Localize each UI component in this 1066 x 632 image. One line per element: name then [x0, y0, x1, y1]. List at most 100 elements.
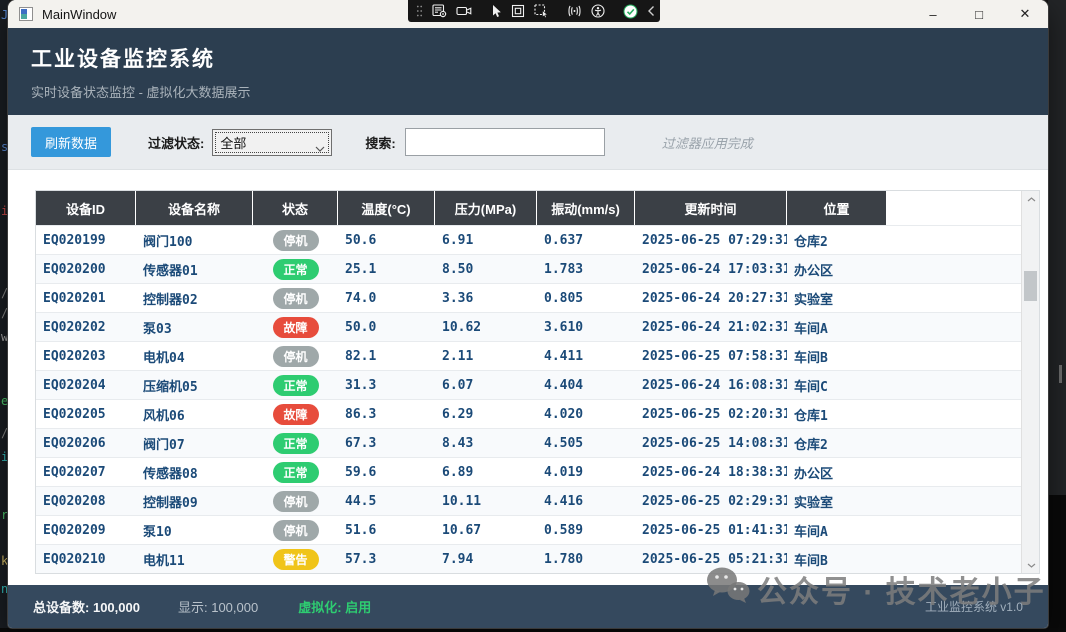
table-scrollbar[interactable] — [1021, 191, 1039, 573]
status-cell: 停机 — [253, 230, 338, 251]
cursor-icon[interactable] — [490, 0, 502, 22]
window-title: MainWindow — [42, 7, 116, 22]
table-row[interactable]: EQ020207传感器08正常59.66.894.0192025-06-24 1… — [36, 457, 1039, 486]
close-button[interactable]: ✕ — [1002, 0, 1048, 28]
name-cell: 传感器08 — [136, 463, 253, 482]
table-row[interactable]: EQ020200传感器01正常25.18.501.7832025-06-24 1… — [36, 254, 1039, 283]
check-circle-icon[interactable] — [623, 0, 638, 22]
virtualization-label: 虚拟化: — [298, 600, 341, 615]
pressure-cell: 3.36 — [435, 291, 537, 306]
frame-icon[interactable] — [511, 0, 525, 22]
name-cell: 电机11 — [136, 550, 253, 569]
temp-cell: 50.6 — [338, 233, 435, 248]
background-bottom-strip — [0, 628, 1066, 632]
column-header[interactable]: 设备ID — [36, 191, 135, 225]
id-cell: EQ020209 — [36, 523, 136, 538]
cursor-frame-icon[interactable] — [534, 0, 549, 22]
name-cell: 泵03 — [136, 318, 253, 337]
name-cell: 控制器02 — [136, 289, 253, 308]
status-badge: 停机 — [273, 288, 319, 309]
scroll-down-arrow[interactable] — [1022, 557, 1040, 573]
gesture-icon[interactable] — [567, 0, 582, 22]
column-header[interactable]: 状态 — [253, 191, 337, 225]
shown-devices-label: 显示: — [178, 600, 208, 615]
pressure-cell: 10.62 — [435, 320, 537, 335]
search-input[interactable] — [405, 128, 605, 156]
virtualization-value: 启用 — [345, 600, 371, 615]
filter-bar: 刷新数据 过滤状态: 全部 搜索: 过滤器应用完成 — [8, 115, 1048, 170]
updated-cell: 2025-06-25 05:21:31 — [635, 552, 787, 567]
updated-cell: 2025-06-25 01:41:31 — [635, 523, 787, 538]
column-header[interactable]: 更新时间 — [635, 191, 786, 225]
table-row[interactable]: EQ020209泵10停机51.610.670.5892025-06-25 01… — [36, 515, 1039, 544]
vibration-cell: 3.610 — [537, 320, 635, 335]
column-header[interactable]: 振动(mm/s) — [537, 191, 634, 225]
scrollbar-thumb[interactable] — [1024, 271, 1037, 301]
collapse-chevron-icon[interactable] — [647, 0, 655, 22]
pressure-cell: 7.94 — [435, 552, 537, 567]
column-header[interactable]: 位置 — [787, 191, 886, 225]
total-devices-value: 100,000 — [93, 600, 140, 615]
background-scrollbar-thumb — [1059, 365, 1062, 383]
status-cell: 停机 — [253, 288, 338, 309]
location-cell: 车间B — [787, 550, 887, 569]
shown-devices-stat: 显示: 100,000 — [178, 597, 258, 616]
app-icon — [19, 7, 33, 21]
temp-cell: 59.6 — [338, 465, 435, 480]
table-row[interactable]: EQ020205风机06故障86.36.294.0202025-06-25 02… — [36, 399, 1039, 428]
temp-cell: 57.3 — [338, 552, 435, 567]
column-header[interactable]: 设备名称 — [136, 191, 252, 225]
id-cell: EQ020207 — [36, 465, 136, 480]
camera-icon[interactable] — [456, 0, 472, 22]
table-row[interactable]: EQ020210电机11警告57.37.941.7802025-06-25 05… — [36, 544, 1039, 573]
status-filter-value: 全部 — [220, 133, 246, 152]
table-row[interactable]: EQ020206阀门07正常67.38.434.5052025-06-25 14… — [36, 428, 1039, 457]
table-row[interactable]: EQ020208控制器09停机44.510.114.4162025-06-25 … — [36, 486, 1039, 515]
table-row[interactable]: EQ020203电机04停机82.12.114.4112025-06-25 07… — [36, 341, 1039, 370]
table-row[interactable]: EQ020199阀门100停机50.66.910.6372025-06-25 0… — [36, 225, 1039, 254]
temp-cell: 25.1 — [338, 262, 435, 277]
vibration-cell: 0.805 — [537, 291, 635, 306]
maximize-button[interactable]: □ — [956, 0, 1002, 28]
grip-dots[interactable] — [416, 0, 423, 22]
id-cell: EQ020208 — [36, 494, 136, 509]
minimize-button[interactable]: – — [910, 0, 956, 28]
column-header-filler — [887, 191, 1039, 225]
pressure-cell: 6.29 — [435, 407, 537, 422]
name-cell: 泵10 — [136, 521, 253, 540]
status-cell: 正常 — [253, 259, 338, 280]
vibration-cell: 1.783 — [537, 262, 635, 277]
capture-toolbar[interactable] — [408, 0, 660, 22]
id-cell: EQ020205 — [36, 407, 136, 422]
column-header[interactable]: 压力(MPa) — [435, 191, 536, 225]
status-filter-select[interactable]: 全部 — [212, 129, 332, 156]
id-cell: EQ020206 — [36, 436, 136, 451]
vibration-cell: 4.411 — [537, 349, 635, 364]
status-cell: 正常 — [253, 433, 338, 454]
id-cell: EQ020202 — [36, 320, 136, 335]
vibration-cell: 4.505 — [537, 436, 635, 451]
id-cell: EQ020204 — [36, 378, 136, 393]
pressure-cell: 10.11 — [435, 494, 537, 509]
refresh-data-button[interactable]: 刷新数据 — [31, 127, 111, 157]
status-cell: 停机 — [253, 491, 338, 512]
table-row[interactable]: EQ020202泵03故障50.010.623.6102025-06-24 21… — [36, 312, 1039, 341]
status-badge: 停机 — [273, 491, 319, 512]
temp-cell: 82.1 — [338, 349, 435, 364]
window-controls: – □ ✕ — [910, 0, 1048, 28]
table-body: EQ020199阀门100停机50.66.910.6372025-06-25 0… — [36, 225, 1039, 573]
table-row[interactable]: EQ020204压缩机05正常31.36.074.4042025-06-24 1… — [36, 370, 1039, 399]
record-list-icon[interactable] — [432, 0, 447, 22]
app-header: 工业设备监控系统 实时设备状态监控 - 虚拟化大数据展示 — [8, 28, 1048, 115]
accessibility-icon[interactable] — [591, 0, 605, 22]
name-cell: 压缩机05 — [136, 376, 253, 395]
location-cell: 办公区 — [787, 260, 887, 279]
status-cell: 正常 — [253, 462, 338, 483]
filter-status-label: 过滤状态: — [148, 133, 204, 152]
column-header[interactable]: 温度(°C) — [338, 191, 434, 225]
updated-cell: 2025-06-24 17:03:31 — [635, 262, 787, 277]
scroll-up-arrow[interactable] — [1022, 191, 1040, 207]
table-row[interactable]: EQ020201控制器02停机74.03.360.8052025-06-24 2… — [36, 283, 1039, 312]
location-cell: 车间B — [787, 347, 887, 366]
id-cell: EQ020201 — [36, 291, 136, 306]
